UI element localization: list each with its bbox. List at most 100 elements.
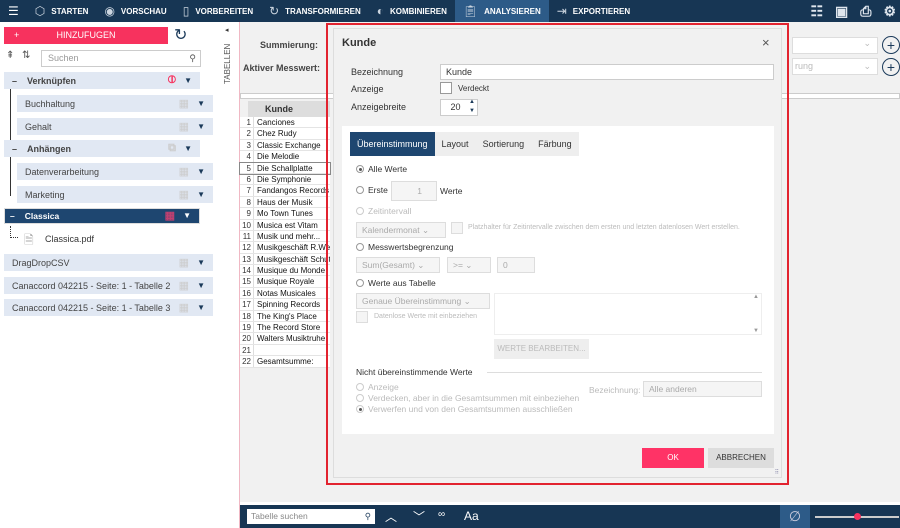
erste-stepper[interactable]: 1 bbox=[391, 181, 437, 201]
table-gehalt[interactable]: Gehalt ▦ ▼ bbox=[17, 118, 213, 135]
help-book-icon[interactable]: ⎙ bbox=[860, 3, 871, 20]
chevron-down-icon[interactable]: ▼ bbox=[184, 76, 192, 85]
file-classica-pdf[interactable]: Classica.pdf bbox=[45, 234, 94, 244]
cell-kunde[interactable]: Spinning Records bbox=[254, 299, 330, 309]
table-buchhaltung[interactable]: Buchhaltung ▦ ▼ bbox=[17, 95, 213, 112]
cell-kunde[interactable]: The Record Store bbox=[254, 322, 330, 332]
radio-verdecken[interactable]: Verdecken, aber in die Gesamtsummen mit … bbox=[356, 393, 579, 403]
cell-kunde[interactable]: Musikgeschäft R.Wellen bbox=[254, 242, 330, 252]
nav-analysieren[interactable]: 📋︎ ANALYSIEREN bbox=[454, 0, 549, 22]
cell-kunde[interactable]: Musique Royale bbox=[254, 276, 330, 286]
collapse-icon[interactable]: ⇞ bbox=[6, 50, 14, 61]
zoom-slider-handle[interactable] bbox=[854, 513, 861, 520]
cell-kunde[interactable]: Die Symphonie bbox=[254, 174, 330, 184]
anzeigebreite-stepper[interactable]: 20 ▲ ▼ bbox=[440, 99, 478, 116]
table-row[interactable]: 4 Die Melodie bbox=[240, 151, 330, 163]
table-row[interactable]: 18 The King's Place bbox=[240, 310, 330, 323]
summierung-select[interactable]: ⌄ bbox=[792, 37, 878, 54]
cell-kunde[interactable]: Musikgeschäft Schutz bbox=[254, 254, 330, 264]
genaue-select[interactable]: Genaue Übereinstimmung ⌄ bbox=[356, 293, 490, 309]
radio-anzeige[interactable]: Anzeige bbox=[356, 382, 399, 392]
nav-starten[interactable]: ⬡ STARTEN bbox=[27, 0, 97, 22]
tab-uebereinstimmung[interactable]: Übereinstimmung bbox=[350, 132, 435, 156]
cell-kunde[interactable]: Chez Rudy bbox=[254, 128, 330, 138]
table-row[interactable]: 3 Classic Exchange bbox=[240, 139, 330, 152]
werte-list[interactable]: ▲ ▼ bbox=[494, 293, 762, 335]
radio-verwerfen[interactable]: Verwerfen und von den Gesamtsummen aussc… bbox=[356, 404, 573, 414]
table-row[interactable]: 16 Notas Musicales bbox=[240, 287, 330, 300]
table-row[interactable]: 22 Gesamtsumme: bbox=[240, 356, 330, 368]
tables-tab[interactable]: ◂ TABELLEN bbox=[218, 22, 240, 528]
sum-select[interactable]: Sum(Gesamt) ⌄ bbox=[356, 257, 440, 273]
chevron-down-icon[interactable]: ▼ bbox=[197, 281, 205, 290]
tab-layout[interactable]: Layout bbox=[434, 132, 476, 156]
table-row[interactable]: 7 Fandangos Records bbox=[240, 185, 330, 197]
column-header-kunde[interactable]: Kunde bbox=[248, 101, 330, 117]
sort-icon[interactable]: ⇅ bbox=[22, 50, 30, 61]
table-row[interactable]: 14 Musique du Monde bbox=[240, 265, 330, 277]
resize-grip-icon[interactable]: ⠿ bbox=[775, 469, 779, 476]
cell-kunde[interactable]: Walters Musiktruhe bbox=[254, 333, 330, 343]
table-row[interactable]: 11 Musik und mehr... bbox=[240, 230, 330, 243]
binoculars-icon[interactable]: ∞ bbox=[438, 509, 445, 520]
cell-kunde[interactable]: Canciones bbox=[254, 117, 330, 127]
add-button[interactable]: + HINZUFUGEN bbox=[4, 27, 168, 44]
table-canaccord-3[interactable]: Canaccord 042215 - Seite: 1 - Tabelle 3 ▦… bbox=[4, 299, 213, 316]
table-row[interactable]: 1 Canciones bbox=[240, 117, 330, 129]
cell-kunde[interactable]: Musique du Monde bbox=[254, 265, 330, 275]
nav-exportieren[interactable]: ⇥ EXPORTIEREN bbox=[549, 0, 638, 22]
collapse-icon[interactable]: ◂ bbox=[225, 26, 229, 34]
radio-alle-werte[interactable]: Alle Werte bbox=[356, 164, 407, 174]
chevron-down-icon[interactable]: ▼ bbox=[197, 99, 205, 108]
table-canaccord-2[interactable]: Canaccord 042215 - Seite: 1 - Tabelle 2 ▦… bbox=[4, 277, 213, 294]
cell-kunde[interactable]: Mo Town Tunes bbox=[254, 208, 330, 218]
verdeckt-checkbox[interactable] bbox=[440, 82, 452, 94]
nav-transformieren[interactable]: ↻ TRANSFORMIEREN bbox=[261, 0, 369, 22]
nav-vorschau[interactable]: ◉ VORSCHAU bbox=[96, 0, 174, 22]
gear-icon[interactable]: ⚙ bbox=[883, 3, 896, 20]
search-input[interactable]: Suchen ⚲ bbox=[41, 50, 201, 67]
table-row[interactable]: 9 Mo Town Tunes bbox=[240, 208, 330, 220]
chevron-down-icon[interactable]: ▼ bbox=[184, 144, 192, 153]
radio-messwertsbegrenzung[interactable]: Messwertsbegrenzung bbox=[356, 242, 454, 252]
refresh-icon[interactable]: ↻ bbox=[174, 25, 187, 45]
match-case-button[interactable]: Aa bbox=[464, 509, 479, 523]
nav-kombinieren[interactable]: ◐ KOMBINIEREN bbox=[369, 0, 455, 22]
radio-werte-aus-tabelle[interactable]: Werte aus Tabelle bbox=[356, 278, 436, 288]
cell-kunde[interactable]: Die Melodie bbox=[254, 151, 330, 161]
cell-kunde[interactable] bbox=[254, 345, 330, 355]
group-verknuepfen[interactable]: – Verknüpfen ⦶ ▼ bbox=[4, 72, 200, 89]
chevron-down-icon[interactable]: ▼ bbox=[197, 190, 205, 199]
chevron-down-icon[interactable]: ▼ bbox=[197, 122, 205, 131]
table-row[interactable]: 2 Chez Rudy bbox=[240, 128, 330, 140]
table-row[interactable]: 21 bbox=[240, 344, 330, 357]
radio-zeitintervall[interactable]: Zeitintervall bbox=[356, 206, 411, 216]
chevron-down-icon[interactable]: ▼ bbox=[197, 167, 205, 176]
tab-faerbung[interactable]: Färbung bbox=[531, 132, 579, 156]
close-icon[interactable]: × bbox=[762, 35, 770, 50]
table-row[interactable]: 12Musikgeschäft R.Wellen bbox=[240, 242, 330, 254]
bezeichnung-input[interactable]: Kunde bbox=[440, 64, 774, 80]
group-anhaengen[interactable]: – Anhängen ⧉ ▼ bbox=[4, 140, 200, 157]
chevron-up-icon[interactable]: ︿ bbox=[385, 508, 397, 525]
datenlose-checkbox[interactable] bbox=[356, 311, 368, 323]
cell-kunde[interactable]: Fandangos Records bbox=[254, 185, 330, 195]
table-search-input[interactable]: Tabelle suchen ⚲ bbox=[247, 509, 375, 524]
cell-kunde[interactable]: Haus der Musik bbox=[254, 197, 330, 207]
ok-button[interactable]: OK bbox=[642, 448, 704, 468]
chevron-down-icon[interactable]: ﹀ bbox=[413, 508, 425, 525]
radio-erste[interactable]: Erste bbox=[356, 185, 388, 195]
cell-kunde[interactable]: The King's Place bbox=[254, 311, 330, 321]
kalendermonat-select[interactable]: Kalendermonat ⌄ bbox=[356, 222, 446, 238]
chevron-down-icon[interactable]: ▼ bbox=[183, 209, 191, 223]
table-row[interactable]: 5 Die Schallplatte bbox=[239, 161, 331, 175]
cell-kunde[interactable]: Notas Musicales bbox=[254, 288, 330, 298]
table-row[interactable]: 6 Die Symphonie bbox=[240, 173, 330, 186]
add-summierung-button[interactable]: + bbox=[882, 36, 900, 54]
table-dragdropcsv[interactable]: DragDropCSV ▦ ▼ bbox=[4, 254, 213, 271]
chevron-down-icon[interactable]: ▼ bbox=[197, 303, 205, 312]
table-datenverarbeitung[interactable]: Datenverarbeitung ▦ ▼ bbox=[17, 163, 213, 180]
table-row[interactable]: 8 Haus der Musik bbox=[240, 196, 330, 209]
limit-input[interactable]: 0 bbox=[497, 257, 535, 273]
chevron-down-icon[interactable]: ▼ bbox=[197, 258, 205, 267]
